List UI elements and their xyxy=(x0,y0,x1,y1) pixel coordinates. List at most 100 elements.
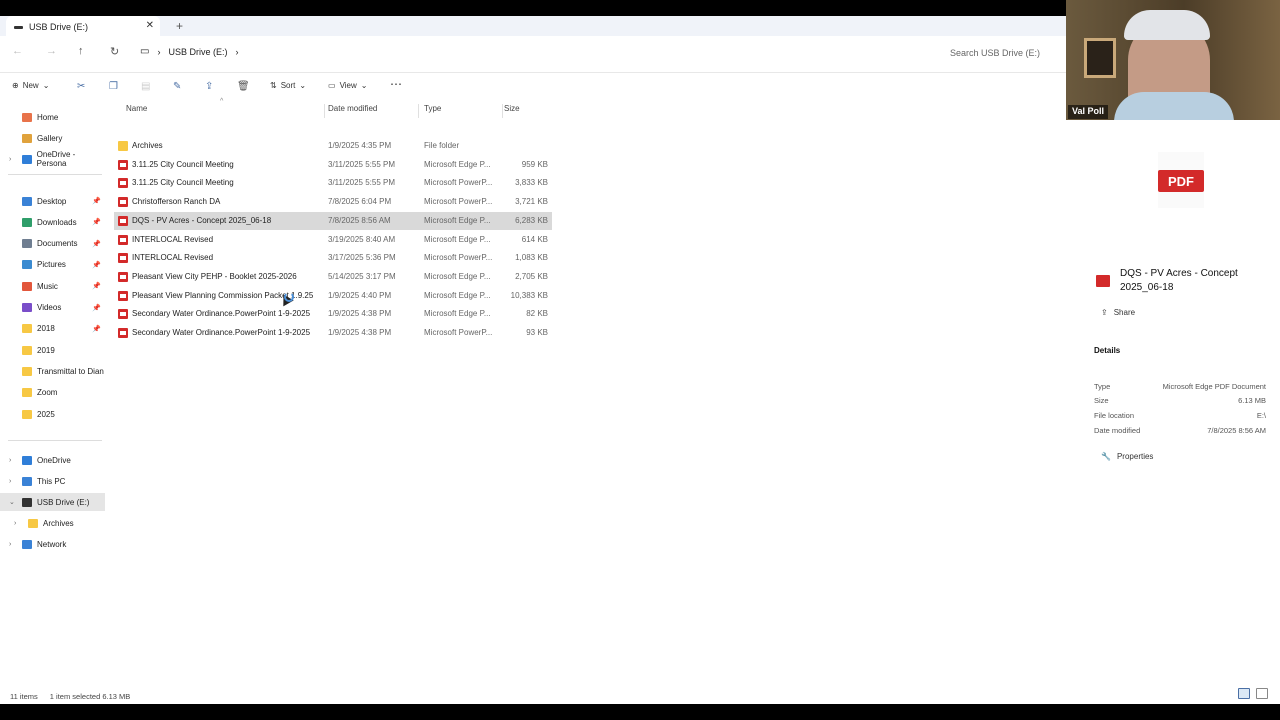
file-name: Archives xyxy=(132,141,163,150)
sort-ascending-icon: ^ xyxy=(220,98,224,105)
share-icon: ⇪ xyxy=(1101,308,1108,317)
rename-icon[interactable]: ✎ xyxy=(173,81,181,92)
chevron-right-icon[interactable]: › xyxy=(9,457,11,464)
file-row[interactable]: Christofferson Ranch DA 7/8/2025 6:04 PM M… xyxy=(114,193,552,211)
pin-icon[interactable]: 📌 xyxy=(92,240,101,248)
sidebar-item-gallery[interactable]: Gallery xyxy=(0,129,105,147)
view-button[interactable]: ▭ View ⌄ xyxy=(328,81,367,90)
file-name: Pleasant View City PEHP - Booklet 2025-2… xyxy=(132,271,297,281)
back-arrow-icon[interactable]: ← xyxy=(12,45,23,57)
sidebar-item-onedrive[interactable]: › OneDrive xyxy=(0,451,105,469)
more-options-icon[interactable]: ⋯ xyxy=(390,77,402,91)
gallery-icon xyxy=(22,133,32,143)
file-size: 6,283 KB xyxy=(515,215,548,225)
chevron-down-icon[interactable]: ⌄ xyxy=(9,498,15,506)
chevron-down-icon: ⌄ xyxy=(360,81,368,90)
folder-icon xyxy=(22,217,32,227)
sidebar-item-label: Gallery xyxy=(37,133,63,143)
sidebar-item-music[interactable]: Music 📌 xyxy=(0,277,105,295)
sidebar-item-network[interactable]: › Network xyxy=(0,535,105,553)
sidebar-item-zoom[interactable]: Zoom xyxy=(0,384,105,402)
refresh-icon[interactable]: ↻ xyxy=(110,45,119,58)
sidebar-item-archives[interactable]: › Archives xyxy=(0,514,105,532)
column-header-size[interactable]: Size xyxy=(504,104,520,118)
chevron-right-icon[interactable]: › xyxy=(9,156,11,163)
sidebar-item-2018[interactable]: 2018 📌 xyxy=(0,320,105,338)
sort-button[interactable]: ⇅ Sort ⌄ xyxy=(270,81,306,90)
participant-cap xyxy=(1124,10,1210,40)
sidebar-item-this-pc[interactable]: › This PC xyxy=(0,472,105,490)
status-bar: 11 items 1 item selected 6.13 MB xyxy=(0,688,1280,704)
pin-icon[interactable]: 📌 xyxy=(92,261,101,269)
close-tab-icon[interactable]: ✕ xyxy=(146,20,154,31)
file-row[interactable]: INTERLOCAL Revised 3/19/2025 8:40 AM Micro… xyxy=(114,231,552,249)
file-row[interactable]: Pleasant View City PEHP - Booklet 2025-2… xyxy=(114,268,552,286)
pin-icon[interactable]: 📌 xyxy=(92,218,101,226)
sidebar-item-downloads[interactable]: Downloads 📌 xyxy=(0,213,105,231)
share-button[interactable]: ⇪ Share xyxy=(1101,308,1135,317)
file-row[interactable]: INTERLOCAL Revised 3/17/2025 5:36 PM Micro… xyxy=(114,249,552,267)
new-tab-button[interactable]: + xyxy=(176,19,183,33)
breadcrumb-usb-drive[interactable]: USB Drive (E:) xyxy=(168,47,227,57)
pin-icon[interactable]: 📌 xyxy=(92,304,101,312)
column-separator[interactable] xyxy=(324,104,325,118)
drive-icon xyxy=(14,25,23,29)
properties-button[interactable]: 🔧 Properties xyxy=(1101,452,1153,461)
column-header-type[interactable]: Type xyxy=(424,104,441,118)
details-view-icon[interactable] xyxy=(1238,688,1250,699)
pin-icon[interactable]: 📌 xyxy=(92,325,101,333)
search-input[interactable]: Search USB Drive (E:) xyxy=(940,43,1060,63)
file-row[interactable]: Secondary Water Ordinance.PowerPoint 1-9… xyxy=(114,305,552,323)
tiles-view-icon[interactable] xyxy=(1256,688,1268,699)
file-row[interactable]: Pleasant View Planning Commission Packet… xyxy=(114,287,552,305)
column-header-date[interactable]: Date modified xyxy=(328,104,377,118)
breadcrumb[interactable]: ▭ › USB Drive (E:) › xyxy=(140,46,238,57)
detail-value: Microsoft Edge PDF Document xyxy=(1162,382,1266,391)
file-row[interactable]: Archives 1/9/2025 4:35 PM File folder xyxy=(114,137,552,155)
share-icon[interactable]: ⇪ xyxy=(205,81,213,92)
sidebar-item-2019[interactable]: 2019 xyxy=(0,341,105,359)
sidebar-item-documents[interactable]: Documents 📌 xyxy=(0,235,105,253)
sidebar-item-home[interactable]: Home xyxy=(0,108,105,126)
chevron-right-icon[interactable]: › xyxy=(14,520,16,527)
cut-icon[interactable]: ✂ xyxy=(77,81,85,92)
file-date: 5/14/2025 3:17 PM xyxy=(328,271,396,281)
navigation-pane: Home Gallery › OneDrive - Persona Deskto… xyxy=(0,104,105,694)
file-size: 3,833 KB xyxy=(515,178,548,188)
file-row[interactable]: DQS - PV Acres - Concept 2025_06-18 7/8/2… xyxy=(114,211,552,230)
up-arrow-icon[interactable]: ↑ xyxy=(78,45,84,57)
paste-icon[interactable]: ▤ xyxy=(141,81,150,92)
copy-icon[interactable]: ❐ xyxy=(109,81,118,92)
file-row[interactable]: 3.11.25 City Council Meeting 3/11/2025 5:… xyxy=(114,156,552,174)
forward-arrow-icon[interactable]: → xyxy=(46,45,57,57)
folder-icon xyxy=(22,196,32,206)
pin-icon[interactable]: 📌 xyxy=(92,197,101,205)
new-button[interactable]: ⊕ New ⌄ xyxy=(12,81,49,90)
sidebar-item-pictures[interactable]: Pictures 📌 xyxy=(0,256,105,274)
pdf-icon xyxy=(118,234,128,245)
plus-circle-icon: ⊕ xyxy=(12,81,19,90)
pdf-icon xyxy=(118,197,128,208)
tab-usb-drive[interactable]: USB Drive (E:) ✕ xyxy=(6,16,160,38)
file-row[interactable]: Secondary Water Ordinance.PowerPoint 1-9… xyxy=(114,324,552,342)
sidebar-item-label: Downloads xyxy=(37,217,77,227)
chevron-right-icon[interactable]: › xyxy=(9,541,11,548)
sidebar-item-usb-drive-e[interactable]: ⌄ USB Drive (E:) xyxy=(0,493,105,511)
sidebar-item-desktop[interactable]: Desktop 📌 xyxy=(0,192,105,210)
column-separator[interactable] xyxy=(418,104,419,118)
delete-icon[interactable]: 🗑 xyxy=(237,81,250,92)
sidebar-item-2025[interactable]: 2025 xyxy=(0,405,105,423)
chevron-right-icon[interactable]: › xyxy=(9,478,11,485)
pin-icon[interactable]: 📌 xyxy=(92,282,101,290)
column-header-name[interactable]: Name xyxy=(126,104,147,118)
sidebar-item-videos[interactable]: Videos 📌 xyxy=(0,299,105,317)
file-row[interactable]: 3.11.25 City Council Meeting 3/11/2025 5:… xyxy=(114,174,552,192)
file-name: INTERLOCAL Revised xyxy=(132,253,214,263)
sidebar-item-onedrive-personal[interactable]: › OneDrive - Persona xyxy=(0,150,105,168)
column-separator[interactable] xyxy=(502,104,503,118)
sidebar-item-transmittal-to-dian[interactable]: Transmittal to Dian xyxy=(0,362,105,380)
file-name: 3.11.25 City Council Meeting xyxy=(132,159,234,169)
selection-info: 1 item selected 6.13 MB xyxy=(49,691,131,701)
file-date: 7/8/2025 6:04 PM xyxy=(328,197,392,207)
chevron-down-icon: ⌄ xyxy=(42,81,50,90)
